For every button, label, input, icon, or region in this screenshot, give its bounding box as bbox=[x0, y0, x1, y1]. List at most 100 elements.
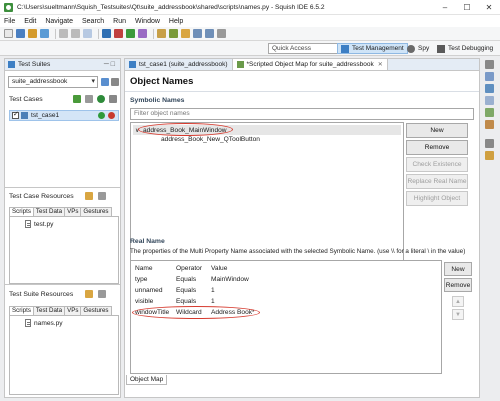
test-case-menu-icon[interactable] bbox=[85, 95, 93, 103]
new-file-icon[interactable] bbox=[4, 29, 13, 38]
undo-icon[interactable] bbox=[59, 29, 68, 38]
maximize-icon[interactable]: ☐ bbox=[456, 0, 478, 15]
save-all-icon[interactable] bbox=[40, 29, 49, 38]
list-item[interactable]: names.py bbox=[25, 319, 63, 327]
runner-icon[interactable] bbox=[485, 120, 494, 129]
record-icon[interactable] bbox=[114, 29, 123, 38]
console-icon[interactable] bbox=[485, 151, 494, 160]
perspective-test-debugging[interactable]: Test Debugging bbox=[434, 43, 496, 54]
restore-icon[interactable] bbox=[485, 60, 494, 69]
menu-search[interactable]: Search bbox=[82, 18, 104, 25]
test-case-row[interactable]: tst_case1 bbox=[9, 110, 119, 121]
menu-edit[interactable]: Edit bbox=[24, 18, 36, 25]
real-name-description: The properties of the Multi Property Nam… bbox=[130, 248, 466, 255]
cell-name: type bbox=[135, 276, 148, 283]
new-property-button[interactable]: New bbox=[444, 262, 472, 276]
real-name-heading: Real Name bbox=[130, 238, 165, 245]
list-item[interactable]: test.py bbox=[25, 220, 53, 228]
tab-scripts[interactable]: Scripts bbox=[9, 306, 34, 315]
tree-item-new-button[interactable]: address_Book_New_QToolButton bbox=[161, 136, 260, 143]
pointer-icon[interactable] bbox=[102, 29, 111, 38]
tab-tst-case1[interactable]: tst_case1 (suite_addressbook) bbox=[125, 59, 233, 70]
new-resource-icon[interactable] bbox=[85, 192, 93, 200]
bookmark-icon[interactable] bbox=[181, 29, 190, 38]
dropdown-icon[interactable] bbox=[217, 29, 226, 38]
redo-icon[interactable] bbox=[71, 29, 80, 38]
remove-property-button[interactable]: Remove bbox=[444, 278, 472, 292]
table-row[interactable]: unnamed Equals 1 bbox=[135, 287, 215, 296]
test-suites-icon bbox=[8, 61, 15, 68]
debug-icon[interactable] bbox=[138, 29, 147, 38]
tab-object-map[interactable]: *Scripted Object Map for suite_addressbo… bbox=[232, 59, 388, 70]
save-icon[interactable] bbox=[16, 29, 25, 38]
table-row[interactable]: type Equals MainWindow bbox=[135, 276, 249, 285]
filter-object-names-input[interactable]: Filter object names bbox=[130, 108, 474, 120]
outline-icon[interactable] bbox=[485, 72, 494, 81]
test-case-resource-tabs: Scripts Test Data VPs Gestures bbox=[9, 207, 112, 216]
record-case-icon[interactable] bbox=[108, 112, 115, 119]
close-tab-icon[interactable]: ✕ bbox=[378, 61, 383, 68]
resource-menu-icon[interactable] bbox=[98, 192, 106, 200]
title-bar: C:\Users\sueltmann\Squish_Testsuites\Qt\… bbox=[0, 0, 500, 15]
tab-test-data[interactable]: Test Data bbox=[32, 306, 66, 315]
right-trim-toolbar bbox=[483, 58, 497, 178]
perspective-test-management[interactable]: Test Management bbox=[337, 43, 408, 54]
perspective-label: Spy bbox=[418, 45, 430, 52]
run-test-case-icon[interactable] bbox=[97, 95, 105, 103]
run-case-icon[interactable] bbox=[98, 112, 105, 119]
new-symbolic-name-button[interactable]: New bbox=[406, 123, 468, 138]
breakpoints-icon[interactable] bbox=[485, 96, 494, 105]
back-icon[interactable] bbox=[193, 29, 202, 38]
suite-close-icon[interactable] bbox=[111, 78, 119, 86]
suite-select[interactable]: suite_addressbook bbox=[8, 76, 98, 88]
tab-gestures[interactable]: Gestures bbox=[80, 207, 112, 216]
forward-icon[interactable] bbox=[205, 29, 214, 38]
test-case-checkbox[interactable] bbox=[12, 110, 19, 119]
results-icon[interactable] bbox=[485, 108, 494, 117]
test-case-more-icon[interactable] bbox=[109, 95, 117, 103]
run-icon[interactable] bbox=[126, 29, 135, 38]
perspective-label: Test Debugging bbox=[448, 45, 494, 52]
new-suite-resource-icon[interactable] bbox=[85, 290, 93, 298]
open-folder-icon[interactable] bbox=[28, 29, 37, 38]
cut-icon[interactable] bbox=[83, 29, 92, 38]
suite-resource-menu-icon[interactable] bbox=[98, 290, 106, 298]
external-tools-icon[interactable] bbox=[169, 29, 178, 38]
remove-symbolic-name-button[interactable]: Remove bbox=[406, 140, 468, 155]
restore-icon[interactable] bbox=[485, 139, 494, 148]
close-icon[interactable]: ✕ bbox=[478, 0, 500, 15]
menu-navigate[interactable]: Navigate bbox=[45, 18, 73, 25]
tab-gestures[interactable]: Gestures bbox=[80, 306, 112, 315]
tools-icon[interactable] bbox=[157, 29, 166, 38]
tab-vps[interactable]: VPs bbox=[64, 306, 82, 315]
menu-help[interactable]: Help bbox=[169, 18, 183, 25]
move-up-icon[interactable]: ▲ bbox=[452, 296, 464, 307]
minimize-icon[interactable]: – bbox=[434, 0, 456, 15]
tab-vps[interactable]: VPs bbox=[64, 207, 82, 216]
view-minmax-icon[interactable]: ─□ bbox=[104, 61, 117, 68]
squish-app-icon bbox=[4, 2, 13, 12]
quick-access-field[interactable]: Quick Access bbox=[268, 43, 338, 54]
variables-icon[interactable] bbox=[485, 84, 494, 93]
suite-settings-icon[interactable] bbox=[101, 78, 109, 86]
move-down-icon[interactable]: ▼ bbox=[452, 309, 464, 320]
new-test-case-icon[interactable] bbox=[73, 95, 81, 103]
check-existence-button[interactable]: Check Existence bbox=[406, 157, 468, 172]
main-toolbar bbox=[0, 27, 500, 41]
highlight-object-button[interactable]: Highlight Object bbox=[406, 191, 468, 206]
tab-scripts[interactable]: Scripts bbox=[9, 207, 34, 216]
replace-real-name-button[interactable]: Replace Real Name bbox=[406, 174, 468, 189]
perspective-spy[interactable]: Spy bbox=[404, 43, 432, 54]
real-name-properties-table: Name Operator Value type Equals MainWind… bbox=[130, 260, 442, 374]
menu-run[interactable]: Run bbox=[113, 18, 126, 25]
tab-test-data[interactable]: Test Data bbox=[32, 207, 66, 216]
test-suite-scripts-list bbox=[9, 315, 119, 395]
test-suites-tab[interactable]: Test Suites ─□ bbox=[5, 59, 120, 71]
tab-object-map-bottom[interactable]: Object Map bbox=[126, 375, 168, 385]
column-operator: Operator bbox=[176, 265, 203, 272]
menu-bar: File Edit Navigate Search Run Window Hel… bbox=[0, 15, 500, 27]
menu-window[interactable]: Window bbox=[135, 18, 160, 25]
debug-bug-icon bbox=[437, 44, 445, 53]
object-map-icon bbox=[236, 61, 244, 68]
menu-file[interactable]: File bbox=[4, 18, 15, 25]
